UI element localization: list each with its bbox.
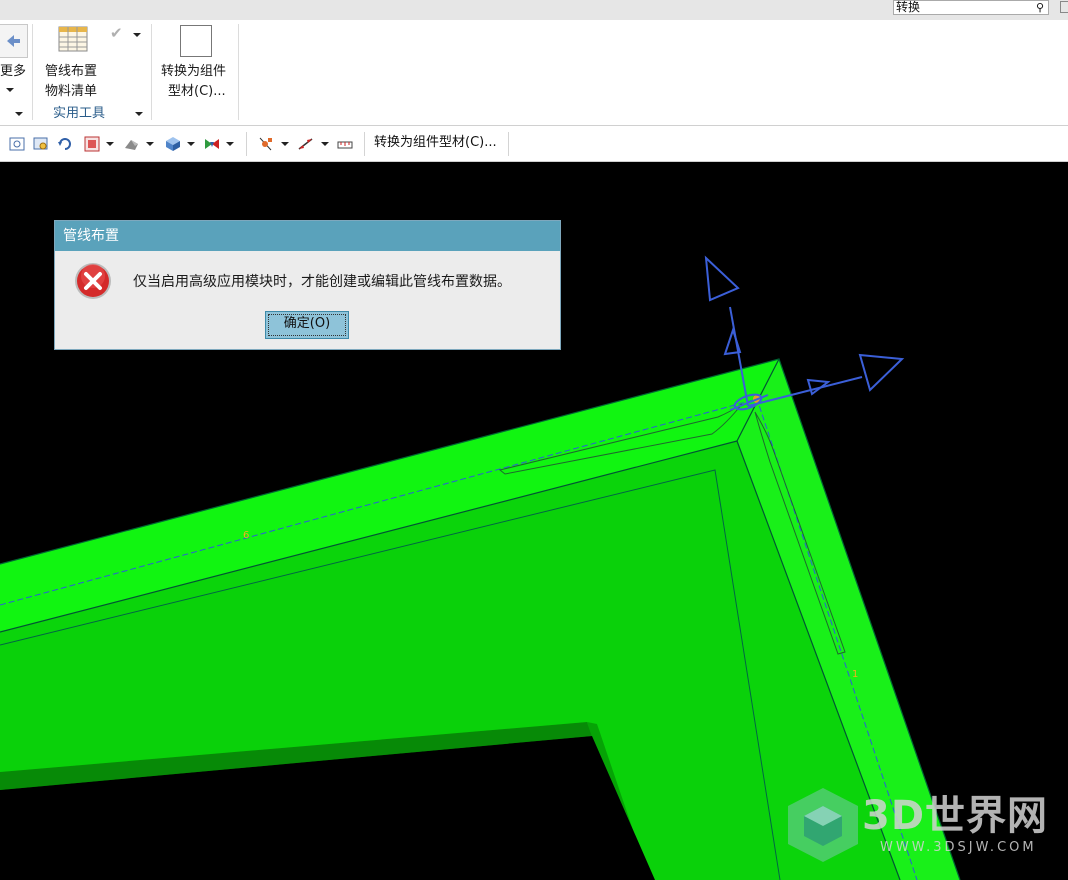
- utility-tools-group-label: 实用工具: [53, 106, 106, 121]
- checkmark-dropdown-arrow[interactable]: [133, 33, 141, 37]
- ribbon-group-separator: [238, 24, 239, 120]
- shaded-cube-dropdown[interactable]: [187, 142, 195, 146]
- render-style-icon[interactable]: [123, 136, 141, 152]
- point-label-6: 6: [243, 530, 249, 541]
- checkmark-icon[interactable]: ✔: [110, 24, 123, 42]
- zoom-icon[interactable]: [33, 136, 49, 152]
- dialog-title: 管线布置: [55, 221, 560, 251]
- error-dialog: 管线布置 仅当启用高级应用模块时，才能创建或编辑此管线布置数据。 确定(O): [54, 220, 561, 350]
- routing-bom-label-line2[interactable]: 物料清单: [45, 82, 97, 102]
- ribbon-group-separator: [151, 24, 152, 120]
- watermark-brand: 3D世界网: [862, 793, 1049, 839]
- routing-component-icon: [7, 35, 20, 47]
- render-style-dropdown[interactable]: [146, 142, 154, 146]
- orient-view-dropdown[interactable]: [106, 142, 114, 146]
- zoom-window-icon[interactable]: [9, 136, 25, 152]
- watermark-logo-icon: [788, 788, 858, 862]
- more-button-label[interactable]: 更多: [0, 62, 26, 82]
- toolbar-separator: [508, 132, 509, 156]
- toolbar-separator: [246, 132, 247, 156]
- convert-profile-command[interactable]: 转换为组件型材(C)...: [374, 133, 497, 153]
- group-left-dropdown-arrow[interactable]: [15, 112, 23, 116]
- error-icon: [75, 263, 111, 299]
- measure-icon[interactable]: [297, 136, 315, 152]
- utility-tools-group-arrow[interactable]: [135, 112, 143, 116]
- convert-label-line2[interactable]: 型材(C)...: [168, 82, 226, 102]
- bill-of-materials-icon[interactable]: [58, 26, 88, 52]
- shaded-cube-icon[interactable]: [164, 136, 182, 152]
- orient-view-icon[interactable]: [84, 136, 100, 152]
- ribbon: 更多 管线布置 物料清单 ✔ 实用工具 转换为组件 型材(C)...: [0, 20, 1068, 126]
- more-dropdown-arrow[interactable]: [6, 88, 14, 92]
- command-search-input[interactable]: 转换 ⚲: [893, 0, 1049, 15]
- watermark-url: WWW.3DSJW.COM: [880, 840, 1037, 855]
- search-input-value: 转换: [896, 0, 921, 14]
- rotate-icon[interactable]: [57, 136, 73, 152]
- dialog-message: 仅当启用高级应用模块时，才能创建或编辑此管线布置数据。: [133, 274, 511, 290]
- window-restore-icon[interactable]: [1060, 1, 1068, 13]
- ruler-icon[interactable]: [337, 136, 353, 152]
- view-toolbar: 转换为组件型材(C)...: [0, 126, 1068, 162]
- routing-bom-label-line1[interactable]: 管线布置: [45, 62, 97, 82]
- ok-button[interactable]: 确定(O): [265, 311, 349, 339]
- ribbon-group-separator: [32, 24, 33, 120]
- snap-point-icon[interactable]: [257, 136, 275, 152]
- search-icon[interactable]: ⚲: [1036, 2, 1044, 13]
- toolbar-separator: [364, 132, 365, 156]
- convert-profile-icon[interactable]: [180, 25, 212, 57]
- snap-point-dropdown[interactable]: [281, 142, 289, 146]
- convert-label-line1[interactable]: 转换为组件: [161, 62, 226, 82]
- point-label-1: 1: [852, 669, 858, 680]
- more-gallery-button[interactable]: [0, 24, 28, 58]
- edge-display-icon[interactable]: [203, 136, 221, 152]
- edge-display-dropdown[interactable]: [226, 142, 234, 146]
- measure-dropdown[interactable]: [321, 142, 329, 146]
- title-strip: 转换 ⚲: [0, 0, 1068, 20]
